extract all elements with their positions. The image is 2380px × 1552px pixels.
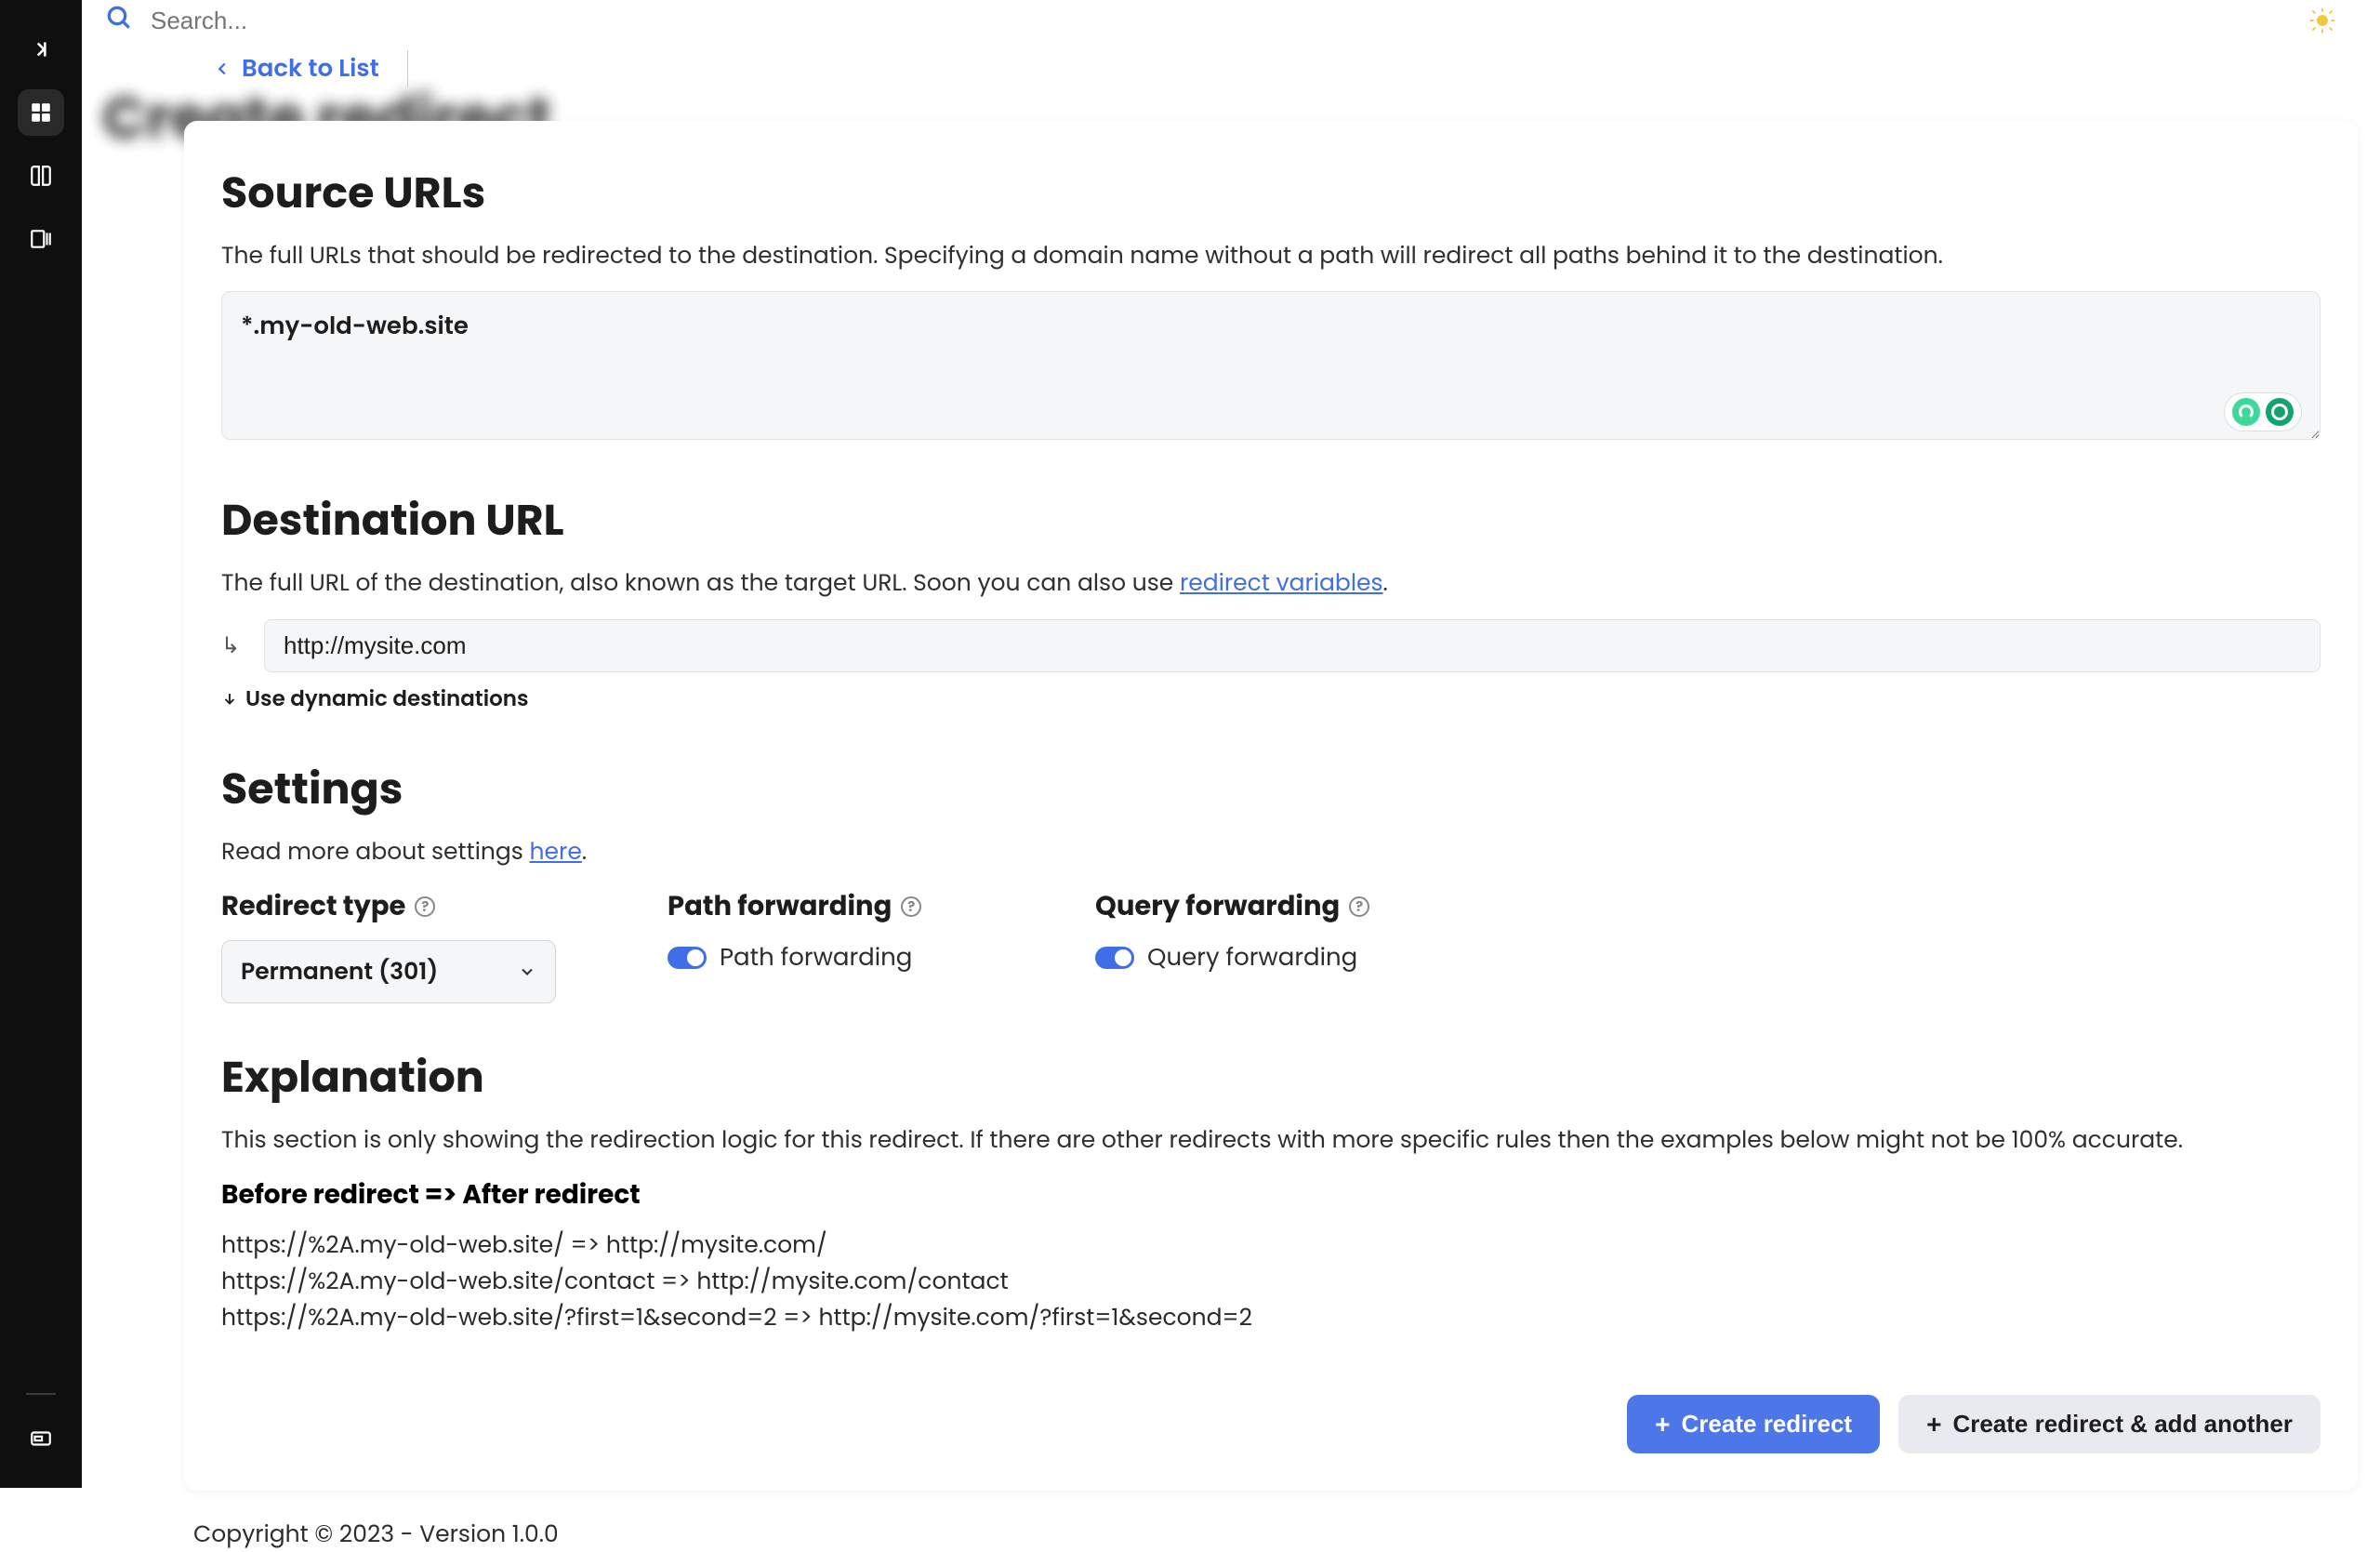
plus-icon: + bbox=[1655, 1412, 1670, 1438]
source-urls-textarea[interactable] bbox=[221, 291, 2320, 440]
source-urls-desc: The full URLs that should be redirected … bbox=[221, 239, 2320, 272]
destination-url-heading: Destination URL bbox=[221, 489, 2320, 553]
help-icon[interactable]: ? bbox=[415, 896, 435, 917]
explanation-heading: Explanation bbox=[221, 1046, 2320, 1110]
rail-expand-button[interactable] bbox=[18, 26, 64, 73]
settings-here-link[interactable]: here bbox=[530, 835, 582, 868]
search-input[interactable] bbox=[151, 7, 2302, 35]
grammarly-icon bbox=[2232, 398, 2260, 426]
help-icon[interactable]: ? bbox=[901, 896, 921, 917]
explanation-line: https://%2A.my-old-web.site/contact => h… bbox=[221, 1264, 2320, 1300]
destination-url-desc: The full URL of the destination, also kn… bbox=[221, 566, 2320, 600]
redirect-type-label: Redirect type ? bbox=[221, 887, 556, 927]
footer-copyright: Copyright © 2023 - Version 1.0.0 bbox=[193, 1517, 2380, 1552]
rail-logs-button[interactable] bbox=[18, 216, 64, 262]
query-forwarding-toggle-label: Query forwarding bbox=[1147, 940, 1357, 976]
back-to-list-link[interactable]: Back to List bbox=[212, 51, 379, 87]
explanation-desc: This section is only showing the redirec… bbox=[221, 1123, 2320, 1157]
rail-divider bbox=[26, 1393, 56, 1395]
explanation-line: https://%2A.my-old-web.site/ => http://m… bbox=[221, 1227, 2320, 1264]
grammarly-widget[interactable] bbox=[2224, 392, 2302, 431]
arrow-left-icon bbox=[212, 59, 232, 79]
explanation-subheading: Before redirect => After redirect bbox=[221, 1175, 2320, 1214]
topbar bbox=[82, 0, 2380, 41]
search-icon bbox=[104, 3, 134, 39]
left-rail bbox=[0, 0, 82, 1488]
path-forwarding-toggle[interactable] bbox=[668, 947, 707, 969]
create-redirect-add-another-button[interactable]: + Create redirect & add another bbox=[1898, 1395, 2320, 1453]
rail-dashboard-button[interactable] bbox=[18, 89, 64, 136]
query-forwarding-toggle[interactable] bbox=[1095, 947, 1134, 969]
explanation-line: https://%2A.my-old-web.site/?first=1&sec… bbox=[221, 1300, 2320, 1336]
settings-desc: Read more about settings here. bbox=[221, 835, 2320, 869]
source-urls-heading: Source URLs bbox=[221, 162, 2320, 226]
create-redirect-button[interactable]: + Create redirect bbox=[1627, 1395, 1880, 1453]
plus-icon: + bbox=[1926, 1412, 1941, 1438]
theme-toggle-button[interactable] bbox=[2302, 0, 2343, 41]
rail-docs-button[interactable] bbox=[18, 153, 64, 199]
query-forwarding-label: Query forwarding ? bbox=[1095, 887, 1411, 927]
redirect-type-select[interactable]: Permanent (301) bbox=[221, 940, 556, 1003]
subdirectory-arrow-icon: ↳ bbox=[221, 630, 249, 662]
path-forwarding-label: Path forwarding ? bbox=[668, 887, 984, 927]
use-dynamic-destinations-button[interactable]: Use dynamic destinations bbox=[221, 683, 529, 715]
help-icon[interactable]: ? bbox=[1349, 896, 1369, 917]
form-card: Source URLs The full URLs that should be… bbox=[184, 121, 2358, 1491]
chevron-down-icon bbox=[518, 962, 536, 981]
settings-heading: Settings bbox=[221, 758, 2320, 822]
back-link-label: Back to List bbox=[242, 51, 379, 87]
divider bbox=[407, 50, 408, 87]
destination-url-input[interactable] bbox=[264, 619, 2320, 672]
redirect-variables-link[interactable]: redirect variables bbox=[1180, 566, 1383, 599]
grammarly-status-icon bbox=[2266, 398, 2294, 426]
path-forwarding-toggle-label: Path forwarding bbox=[720, 940, 912, 976]
arrow-down-icon bbox=[221, 691, 238, 708]
rail-billing-button[interactable] bbox=[18, 1415, 64, 1462]
